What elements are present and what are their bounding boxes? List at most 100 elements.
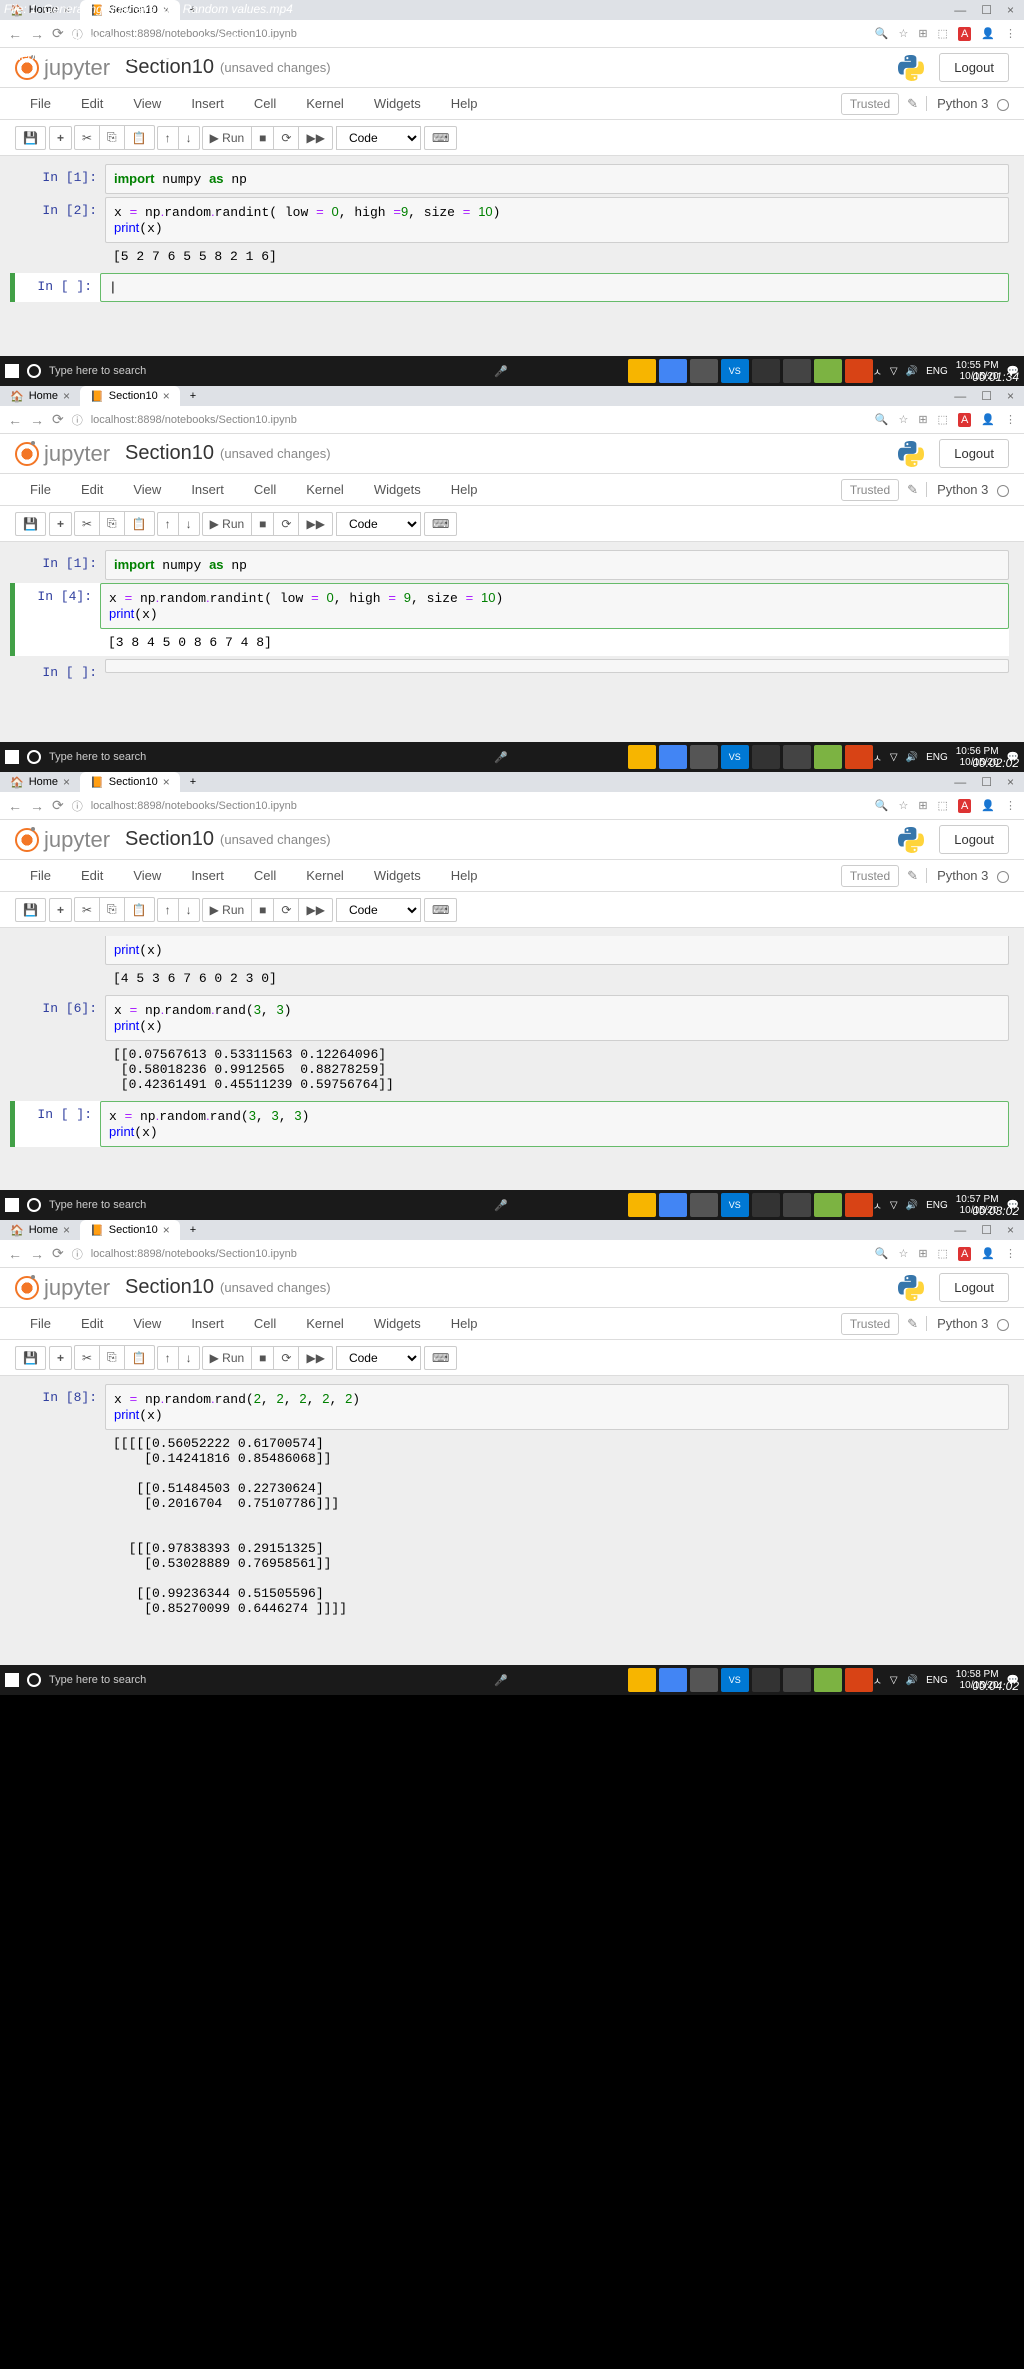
ext3-icon[interactable]: A	[958, 1247, 971, 1261]
tb-vscode[interactable]: VS	[721, 745, 749, 769]
move-down-button[interactable]: ↓	[178, 126, 200, 150]
tray-lang[interactable]: ENG	[926, 366, 948, 377]
tray-up-icon[interactable]: ㅅ	[873, 364, 882, 379]
copy-button[interactable]: ⎘	[99, 1345, 125, 1370]
star-icon[interactable]: ☆	[898, 27, 908, 40]
kernel-name[interactable]: Python 3	[926, 96, 1009, 111]
kernel-name[interactable]: Python 3	[926, 1316, 1009, 1331]
tb-vscode[interactable]: VS	[721, 359, 749, 383]
cell-input[interactable]	[105, 659, 1009, 673]
notebook-title[interactable]: Section10	[125, 1276, 214, 1299]
tb-app2[interactable]	[690, 1668, 718, 1692]
nav-reload[interactable]: ⟳	[52, 1245, 64, 1262]
menu-widgets[interactable]: Widgets	[359, 478, 436, 501]
cell-input[interactable]: |	[100, 273, 1009, 302]
restart-button[interactable]: ⟳	[273, 898, 299, 922]
profile-icon[interactable]: 👤	[981, 799, 995, 812]
menu-kernel[interactable]: Kernel	[291, 1312, 359, 1335]
cell-input[interactable]: x = np.random.rand(3, 3, 3) print(x)	[100, 1101, 1009, 1147]
window-close[interactable]: ×	[1007, 775, 1014, 789]
start-button[interactable]	[5, 364, 19, 378]
menu-widgets[interactable]: Widgets	[359, 92, 436, 115]
save-button[interactable]: 💾	[15, 898, 46, 922]
celltype-select[interactable]: Code	[336, 512, 421, 536]
notebook-cell[interactable]: In [1]: import numpy as np	[15, 550, 1009, 580]
menu-edit[interactable]: Edit	[66, 1312, 118, 1335]
fastforward-button[interactable]: ▶▶	[298, 1346, 332, 1370]
tray-up-icon[interactable]: ㅅ	[873, 750, 882, 765]
tb-app1[interactable]	[628, 745, 656, 769]
cortana-icon[interactable]	[27, 364, 41, 378]
tray-vol-icon[interactable]: 🔊	[906, 752, 918, 763]
edit-icon[interactable]: ✎	[907, 1316, 918, 1332]
tb-app1[interactable]	[628, 1668, 656, 1692]
stop-button[interactable]: ■	[251, 512, 274, 536]
tab-notebook[interactable]: 📙 Section10×	[80, 772, 180, 792]
menu-cell[interactable]: Cell	[239, 1312, 291, 1335]
search-input[interactable]: Type here to search	[49, 1674, 494, 1686]
cortana-icon[interactable]	[27, 1198, 41, 1212]
move-up-button[interactable]: ↑	[157, 1346, 179, 1370]
nav-fwd[interactable]: →	[30, 412, 44, 428]
cortana-icon[interactable]	[27, 1673, 41, 1687]
menu-edit[interactable]: Edit	[66, 478, 118, 501]
tb-app5[interactable]	[814, 359, 842, 383]
tray-lang[interactable]: ENG	[926, 1200, 948, 1211]
restart-button[interactable]: ⟳	[273, 1346, 299, 1370]
save-button[interactable]: 💾	[15, 512, 46, 536]
tb-app6[interactable]	[845, 1668, 873, 1692]
move-down-button[interactable]: ↓	[178, 512, 200, 536]
add-cell-button[interactable]: +	[49, 898, 72, 922]
tb-chrome[interactable]	[659, 745, 687, 769]
menu-help[interactable]: Help	[436, 864, 493, 887]
cut-button[interactable]: ✂	[74, 897, 100, 922]
url[interactable]: localhost:8898/notebooks/Section10.ipynb	[91, 414, 867, 426]
notebook-title[interactable]: Section10	[125, 828, 214, 851]
menu-widgets[interactable]: Widgets	[359, 864, 436, 887]
ext2-icon[interactable]: ⬚	[938, 27, 948, 40]
restart-button[interactable]: ⟳	[273, 512, 299, 536]
menu-view[interactable]: View	[118, 478, 176, 501]
copy-button[interactable]: ⎘	[99, 897, 125, 922]
search-icon[interactable]: 🔍	[875, 27, 889, 40]
profile-icon[interactable]: 👤	[981, 1247, 995, 1260]
paste-button[interactable]: 📋	[124, 1345, 155, 1370]
edit-icon[interactable]: ✎	[907, 96, 918, 112]
logout-button[interactable]: Logout	[939, 439, 1009, 468]
tb-app3[interactable]	[752, 359, 780, 383]
tray-wifi-icon[interactable]: ▽	[890, 1675, 898, 1686]
trusted-button[interactable]: Trusted	[841, 1313, 899, 1335]
mic-icon[interactable]: 🎤	[494, 1674, 508, 1687]
search-icon[interactable]: 🔍	[875, 1247, 889, 1260]
move-down-button[interactable]: ↓	[178, 898, 200, 922]
menu-icon[interactable]: ⋮	[1005, 413, 1016, 426]
window-max[interactable]: ☐	[981, 389, 992, 403]
tb-app6[interactable]	[845, 1193, 873, 1217]
save-button[interactable]: 💾	[15, 126, 46, 150]
paste-button[interactable]: 📋	[124, 125, 155, 150]
menu-insert[interactable]: Insert	[176, 478, 239, 501]
menu-edit[interactable]: Edit	[66, 92, 118, 115]
search-input[interactable]: Type here to search	[49, 751, 494, 763]
trusted-button[interactable]: Trusted	[841, 93, 899, 115]
tb-app2[interactable]	[690, 359, 718, 383]
tray-vol-icon[interactable]: 🔊	[906, 366, 918, 377]
tab-notebook[interactable]: 📙 Section10×	[80, 1220, 180, 1240]
tb-app2[interactable]	[690, 1193, 718, 1217]
search-input[interactable]: Type here to search	[49, 1199, 494, 1211]
notebook-cell[interactable]: print(x) [4 5 3 6 7 6 0 2 3 0]	[15, 936, 1009, 992]
tb-app3[interactable]	[752, 1668, 780, 1692]
ext3-icon[interactable]: A	[958, 799, 971, 813]
mic-icon[interactable]: 🎤	[494, 365, 508, 378]
tray-wifi-icon[interactable]: ▽	[890, 366, 898, 377]
tray-wifi-icon[interactable]: ▽	[890, 752, 898, 763]
tab-home[interactable]: 🏠 Home×	[0, 1220, 80, 1240]
cut-button[interactable]: ✂	[74, 511, 100, 536]
tray-vol-icon[interactable]: 🔊	[906, 1200, 918, 1211]
run-button[interactable]: ▶ Run	[202, 512, 253, 536]
save-button[interactable]: 💾	[15, 1346, 46, 1370]
notebook-cell[interactable]: In [2]: x = np.random.randint( low = 0, …	[15, 197, 1009, 270]
edit-icon[interactable]: ✎	[907, 482, 918, 498]
cell-input[interactable]: x = np.random.randint( low = 0, high = 9…	[100, 583, 1009, 629]
tb-chrome[interactable]	[659, 359, 687, 383]
